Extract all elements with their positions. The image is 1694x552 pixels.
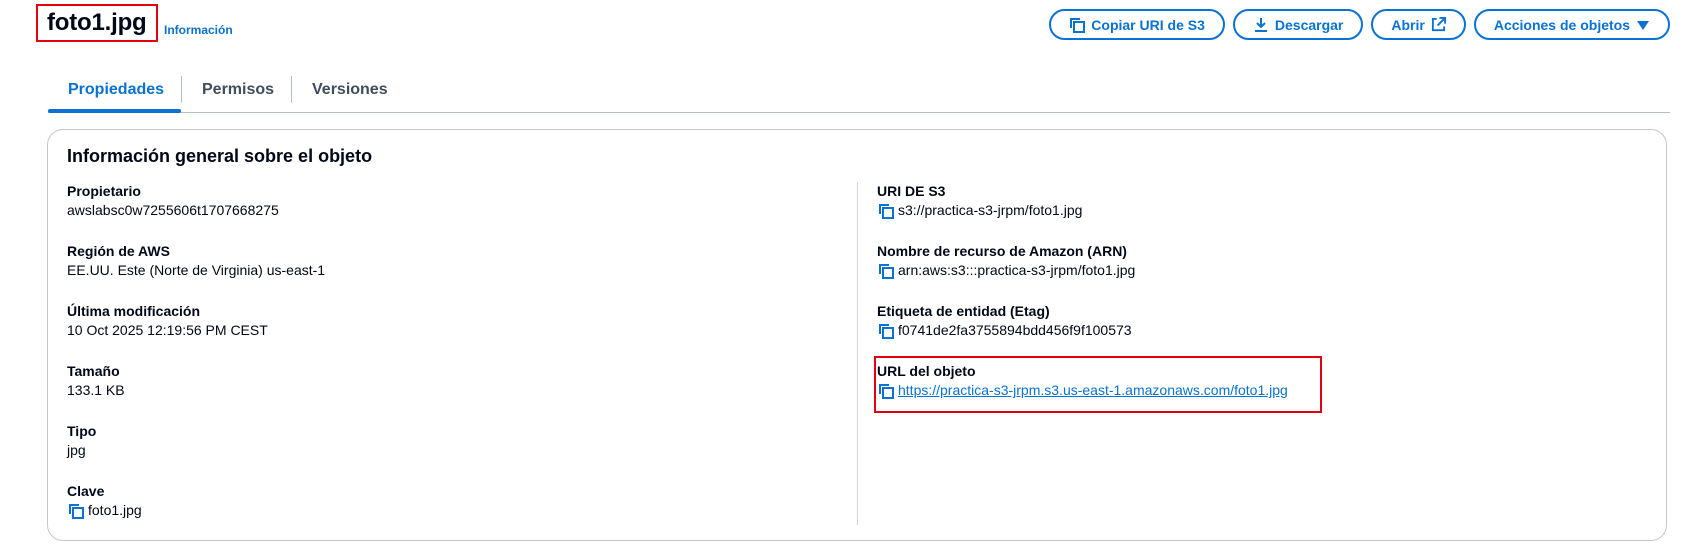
field-label: Clave: [67, 483, 105, 499]
copy-icon[interactable]: [877, 382, 895, 400]
field-value: https://practica-s3-jrpm.s3.us-east-1.am…: [877, 381, 1288, 400]
header-actions: Copiar URI de S3 Descargar Abrir Accione…: [1049, 9, 1670, 40]
copy-icon[interactable]: [877, 262, 895, 280]
field-value: awslabsc0w7255606t1707668275: [67, 202, 279, 218]
tab-properties-label: Propiedades: [68, 80, 165, 98]
size-field: Tamaño 133.1 KB: [67, 362, 125, 400]
page-title: foto1.jpg: [47, 9, 147, 36]
field-label: Tipo: [67, 423, 97, 439]
s3-uri-value: s3://practica-s3-jrpm/foto1.jpg: [898, 202, 1083, 218]
copy-icon[interactable]: [67, 502, 85, 520]
object-url-link[interactable]: https://practica-s3-jrpm.s3.us-east-1.am…: [898, 381, 1288, 400]
field-label: Etiqueta de entidad (Etag): [877, 303, 1050, 319]
column-divider: [857, 182, 858, 525]
title-highlight-box: foto1.jpg: [36, 4, 158, 42]
object-actions-button[interactable]: Acciones de objetos: [1473, 9, 1670, 40]
copy-s3-uri-button[interactable]: Copiar URI de S3: [1049, 9, 1225, 40]
s3-uri-field: URI DE S3 s3://practica-s3-jrpm/foto1.jp…: [877, 182, 1082, 220]
copy-icon[interactable]: [877, 202, 895, 220]
field-label: URI DE S3: [877, 183, 946, 199]
last-modified-field: Última modificación 10 Oct 2025 12:19:56…: [67, 302, 268, 340]
etag-field: Etiqueta de entidad (Etag) f0741de2fa375…: [877, 302, 1132, 340]
field-label: Última modificación: [67, 303, 201, 319]
tab-permissions-label: Permisos: [202, 80, 275, 98]
download-icon: [1253, 17, 1269, 33]
owner-field: Propietario awslabsc0w7255606t1707668275: [67, 182, 279, 220]
field-value: EE.UU. Este (Norte de Virginia) us-east-…: [67, 262, 326, 278]
open-button[interactable]: Abrir: [1371, 9, 1466, 40]
copy-icon: [1069, 17, 1086, 33]
object-actions-label: Acciones de objetos: [1493, 16, 1630, 33]
copy-s3-uri-label: Copiar URI de S3: [1091, 16, 1205, 33]
field-value: foto1.jpg: [67, 501, 142, 520]
field-label: Tamaño: [67, 363, 120, 379]
tab-bar: Propiedades Permisos Versiones: [48, 68, 1670, 113]
download-label: Descargar: [1274, 16, 1344, 33]
tab-versions-label: Versiones: [312, 80, 388, 98]
page-header: foto1.jpg Información Copiar URI de S3 D…: [36, 4, 1670, 48]
key-field: Clave foto1.jpg: [67, 482, 142, 520]
etag-value: f0741de2fa3755894bdd456f9f100573: [898, 322, 1132, 338]
field-value: arn:aws:s3:::practica-s3-jrpm/foto1.jpg: [877, 261, 1135, 280]
download-button[interactable]: Descargar: [1232, 9, 1364, 40]
tab-properties[interactable]: Propiedades: [48, 68, 181, 113]
object-url-field: URL del objeto https://practica-s3-jrpm.…: [877, 362, 1288, 400]
arn-value: arn:aws:s3:::practica-s3-jrpm/foto1.jpg: [898, 262, 1136, 278]
field-value: 133.1 KB: [67, 382, 125, 398]
key-value: foto1.jpg: [88, 502, 142, 518]
info-link[interactable]: Información: [164, 23, 233, 37]
field-value: jpg: [67, 442, 86, 458]
region-field: Región de AWS EE.UU. Este (Norte de Virg…: [67, 242, 325, 280]
caret-down-icon: [1636, 19, 1650, 31]
tab-permissions[interactable]: Permisos: [182, 68, 294, 111]
type-field: Tipo jpg: [67, 422, 96, 460]
field-label: Propietario: [67, 183, 141, 199]
field-label: Nombre de recurso de Amazon (ARN): [877, 243, 1127, 259]
arn-field: Nombre de recurso de Amazon (ARN) arn:aw…: [877, 242, 1135, 280]
external-link-icon: [1431, 17, 1446, 32]
object-overview-panel: Información general sobre el objeto Prop…: [47, 129, 1667, 541]
field-value: f0741de2fa3755894bdd456f9f100573: [877, 321, 1132, 340]
field-label: Región de AWS: [67, 243, 170, 259]
copy-icon[interactable]: [877, 322, 895, 340]
tab-versions[interactable]: Versiones: [292, 68, 408, 111]
field-value: 10 Oct 2025 12:19:56 PM CEST: [67, 322, 268, 338]
open-label: Abrir: [1391, 16, 1425, 33]
panel-title: Información general sobre el objeto: [67, 146, 373, 166]
field-label: URL del objeto: [877, 363, 976, 379]
field-value: s3://practica-s3-jrpm/foto1.jpg: [877, 201, 1082, 220]
